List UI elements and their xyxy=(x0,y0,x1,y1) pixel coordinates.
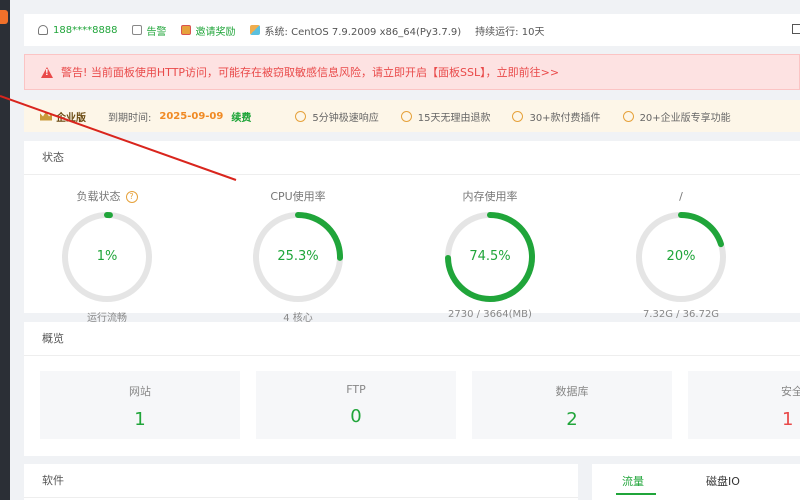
annotation-arrow xyxy=(0,95,237,181)
annotation-arrow-line xyxy=(0,95,237,181)
